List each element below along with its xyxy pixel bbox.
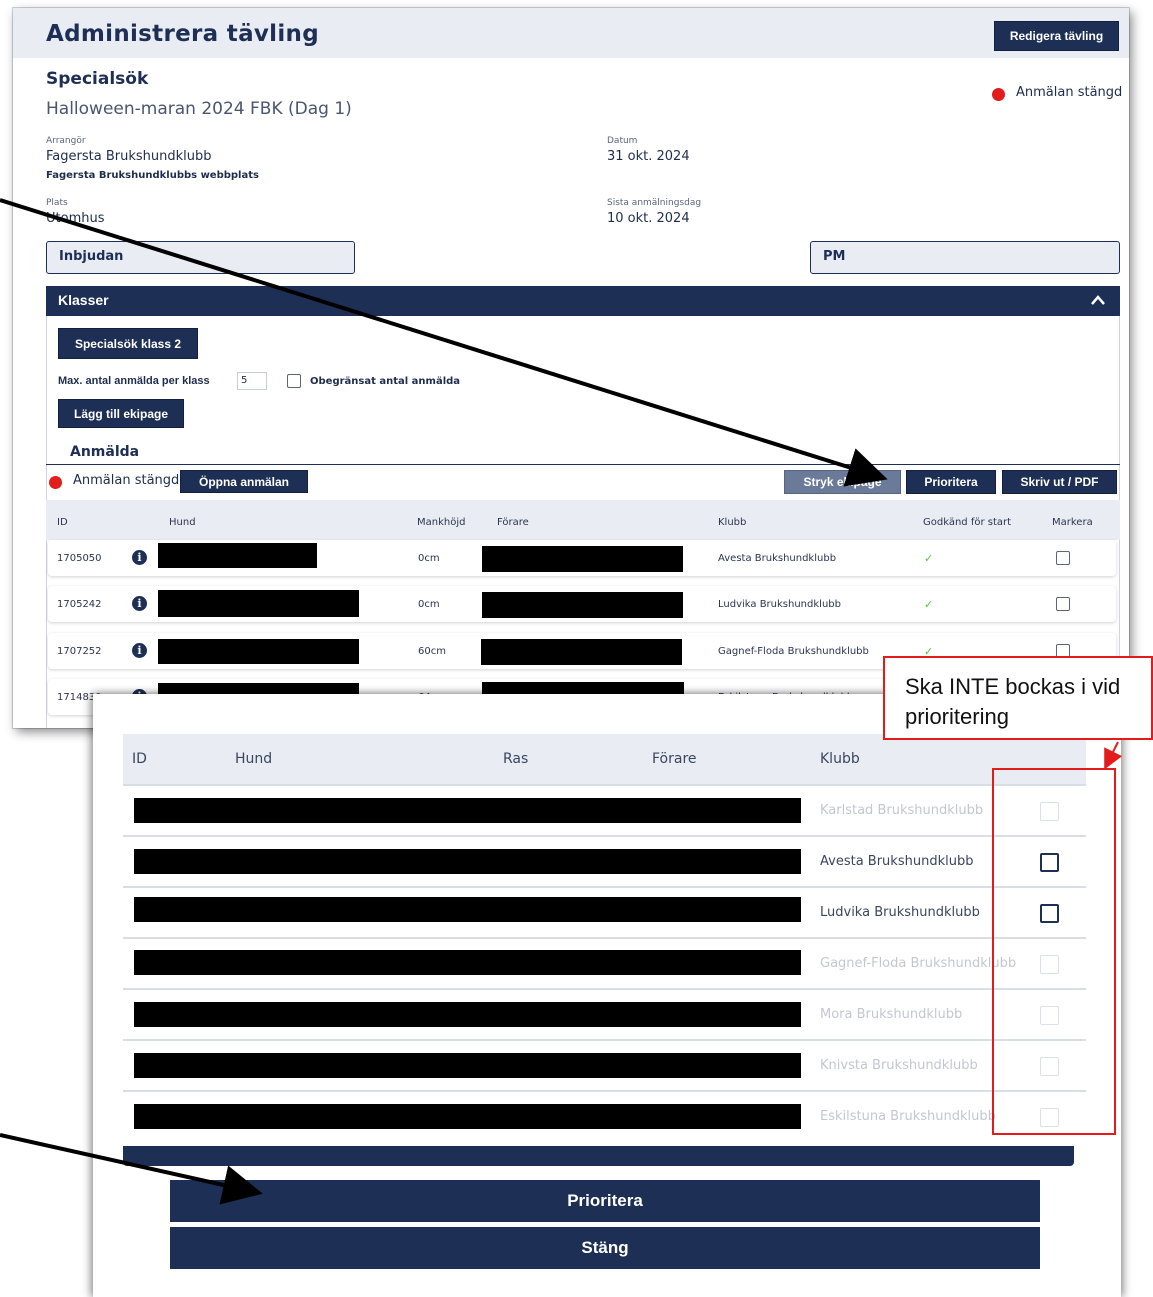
annotation-arrows (0, 198, 1123, 1205)
arrow-to-prioritize (0, 198, 888, 487)
arrow-to-dialog-prioritize (0, 1133, 263, 1205)
callout-pointer (1104, 741, 1123, 770)
